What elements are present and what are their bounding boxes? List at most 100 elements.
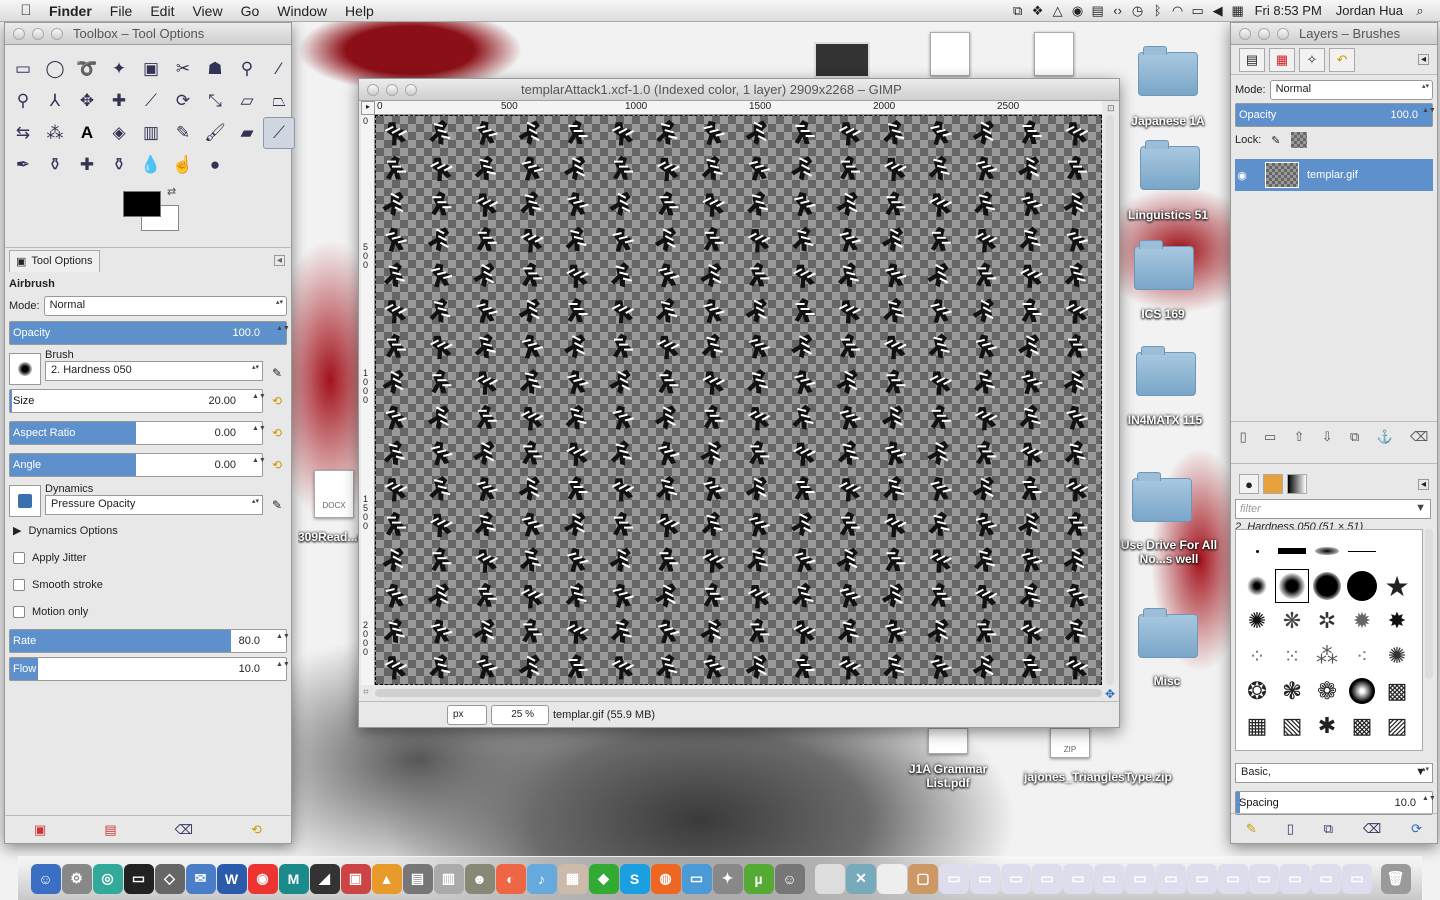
new-group-icon[interactable]: ▭ bbox=[1264, 429, 1276, 445]
inkscape-dock-icon[interactable]: ◢ bbox=[309, 863, 340, 894]
minimize-button[interactable] bbox=[32, 27, 44, 40]
scale-icon[interactable]: ⤡ bbox=[199, 85, 231, 117]
zoom-select[interactable]: 25 % bbox=[491, 704, 549, 725]
spotlight-search-icon[interactable]: ⌕ bbox=[1410, 3, 1430, 19]
folder-label[interactable]: ICS 169 bbox=[1120, 307, 1206, 321]
gimp-dock-icon[interactable]: ☻ bbox=[464, 863, 495, 894]
brush-item[interactable] bbox=[1240, 534, 1274, 568]
new-brush-icon[interactable]: ▯ bbox=[1287, 821, 1294, 837]
delete-options-icon[interactable]: ⌫ bbox=[175, 822, 193, 838]
unity-dock-icon[interactable]: ◇ bbox=[154, 863, 185, 894]
folder-label[interactable]: Use Drive For All No...s well bbox=[1120, 538, 1218, 566]
window-dock-icon[interactable]: ▭ bbox=[1249, 863, 1279, 894]
folder-icon[interactable] bbox=[1130, 240, 1196, 292]
folder-dock-icon[interactable]: ✕ bbox=[846, 863, 876, 894]
horizontal-scrollbar[interactable] bbox=[375, 689, 1102, 697]
duplicate-brush-icon[interactable]: ⧉ bbox=[1324, 821, 1333, 837]
brush-item[interactable] bbox=[1310, 569, 1344, 603]
flow-slider[interactable]: Flow 10.0 ▲▼ bbox=[9, 657, 290, 681]
brush-preview[interactable] bbox=[9, 353, 41, 385]
document-file-icon[interactable] bbox=[1034, 32, 1074, 76]
time-machine-icon[interactable]: ◷ bbox=[1128, 3, 1148, 19]
gimp-app-dock-icon[interactable]: ☺ bbox=[774, 863, 805, 894]
uploader-dock-icon[interactable]: ▲ bbox=[371, 863, 402, 894]
menu-help[interactable]: Help bbox=[336, 3, 383, 19]
tab-menu-icon[interactable]: ◂ bbox=[1418, 54, 1429, 65]
skype-dock-icon[interactable]: S bbox=[619, 863, 650, 894]
maya-dock-icon[interactable]: M bbox=[278, 863, 309, 894]
refresh-brushes-icon[interactable]: ⟳ bbox=[1411, 821, 1422, 837]
utorrent-dock-icon[interactable]: µ bbox=[743, 863, 774, 894]
channels-tab-icon[interactable]: ▦ bbox=[1269, 47, 1295, 72]
brush-filter-input[interactable]: filter ▼ bbox=[1235, 499, 1431, 519]
measure-icon[interactable]: ⅄ bbox=[39, 85, 71, 117]
lower-layer-icon[interactable]: ⇩ bbox=[1322, 429, 1333, 445]
google-drive-icon[interactable]: △ bbox=[1048, 3, 1068, 19]
brush-item[interactable]: ⁂ bbox=[1310, 639, 1344, 673]
ink-icon[interactable]: ✒ bbox=[7, 149, 39, 181]
blend-icon[interactable]: ▥ bbox=[135, 117, 167, 149]
preview-dock-icon[interactable]: ▦ bbox=[557, 863, 588, 894]
spin-arrows-icon[interactable]: ▲▼ bbox=[276, 325, 290, 332]
reset-size-icon[interactable]: ⟲ bbox=[267, 391, 287, 411]
visibility-eye-icon[interactable]: ◉ bbox=[1235, 169, 1249, 182]
menu-app-name[interactable]: Finder bbox=[40, 3, 101, 19]
screen-capture-icon[interactable]: ⧉ bbox=[1008, 3, 1028, 19]
brush-item[interactable]: ❂ bbox=[1240, 674, 1274, 708]
folder-icon[interactable] bbox=[1128, 472, 1194, 524]
blur-icon[interactable]: 💧 bbox=[135, 149, 167, 181]
fuzzy-select-icon[interactable]: ✦ bbox=[103, 53, 135, 85]
menu-go[interactable]: Go bbox=[232, 3, 269, 19]
trash-dock-icon[interactable]: 🗑 bbox=[1380, 863, 1411, 894]
brush-item[interactable] bbox=[1310, 534, 1344, 568]
spin-arrows-icon[interactable]: ▲▼ bbox=[252, 393, 266, 400]
star-brush-icon[interactable]: ★ bbox=[1380, 569, 1414, 603]
crop-icon[interactable]: ⟋ bbox=[135, 85, 167, 117]
paths-tab-icon[interactable]: ✧ bbox=[1299, 47, 1325, 72]
layer-name[interactable]: templar.gif bbox=[1307, 169, 1358, 181]
photo-dock-icon[interactable]: ▣ bbox=[340, 863, 371, 894]
brush-item[interactable] bbox=[1345, 674, 1379, 708]
itunes-dock-icon[interactable]: ♪ bbox=[526, 863, 557, 894]
restore-options-icon[interactable]: ▤ bbox=[104, 822, 116, 838]
rate-slider[interactable]: Rate 80.0 ▲▼ bbox=[9, 629, 290, 653]
brush-item[interactable]: ✺ bbox=[1380, 639, 1414, 673]
menu-view[interactable]: View bbox=[183, 3, 231, 19]
window-dock-icon[interactable]: ▭ bbox=[970, 863, 1000, 894]
spacing-slider[interactable]: Spacing 10.0 ▲▼ bbox=[1235, 791, 1436, 815]
window-dock-icon[interactable]: ▭ bbox=[1156, 863, 1186, 894]
brush-item[interactable] bbox=[1345, 534, 1379, 568]
color-select-icon[interactable]: ▣ bbox=[135, 53, 167, 85]
zoom-button[interactable] bbox=[405, 83, 417, 96]
folder-icon[interactable] bbox=[1132, 346, 1198, 398]
rotate-icon[interactable]: ⟳ bbox=[167, 85, 199, 117]
unit-select[interactable]: px bbox=[447, 704, 487, 725]
align-icon[interactable]: ✚ bbox=[103, 85, 135, 117]
angle-slider[interactable]: Angle 0.00 ▲▼ bbox=[9, 453, 266, 477]
text-icon[interactable]: A bbox=[71, 117, 103, 149]
paintbrush-icon[interactable]: 🖌 bbox=[199, 117, 231, 149]
finder-dock-icon[interactable]: ☺ bbox=[30, 863, 61, 894]
save-options-icon[interactable]: ▣ bbox=[34, 822, 46, 838]
printer-dock-icon[interactable]: ▤ bbox=[402, 863, 433, 894]
remote-desktop-dock-icon[interactable]: ▭ bbox=[681, 863, 712, 894]
folder-label[interactable]: IN4MATX 115 bbox=[1120, 413, 1210, 427]
tab-menu-icon[interactable]: ◂ bbox=[1418, 478, 1429, 490]
tab-menu-icon[interactable]: ◂ bbox=[274, 255, 285, 266]
brush-item[interactable]: ✹ bbox=[1345, 604, 1379, 638]
cloud-app-icon[interactable]: ◉ bbox=[1068, 3, 1088, 19]
bucket-fill-icon[interactable]: ◈ bbox=[103, 117, 135, 149]
chrome-dock-icon[interactable]: ◉ bbox=[247, 863, 278, 894]
brush-item[interactable]: ▦ bbox=[1240, 709, 1274, 743]
brushes-tab-icon[interactable]: ● bbox=[1239, 474, 1259, 494]
brush-item[interactable]: ✱ bbox=[1310, 709, 1344, 743]
window-dock-icon[interactable]: ▭ bbox=[1063, 863, 1093, 894]
dodge-burn-icon[interactable]: ● bbox=[199, 149, 231, 181]
battery-icon[interactable]: ▭ bbox=[1188, 3, 1208, 19]
xcode-dock-icon[interactable]: ✦ bbox=[712, 863, 743, 894]
anchor-layer-icon[interactable]: ⚓ bbox=[1377, 429, 1393, 445]
ellipse-select-icon[interactable]: ◯ bbox=[39, 53, 71, 85]
aspect-ratio-slider[interactable]: Aspect Ratio 0.00 ▲▼ bbox=[9, 421, 266, 445]
file-label[interactable]: 309Read...destions. bbox=[298, 530, 358, 544]
menu-window[interactable]: Window bbox=[268, 3, 336, 19]
